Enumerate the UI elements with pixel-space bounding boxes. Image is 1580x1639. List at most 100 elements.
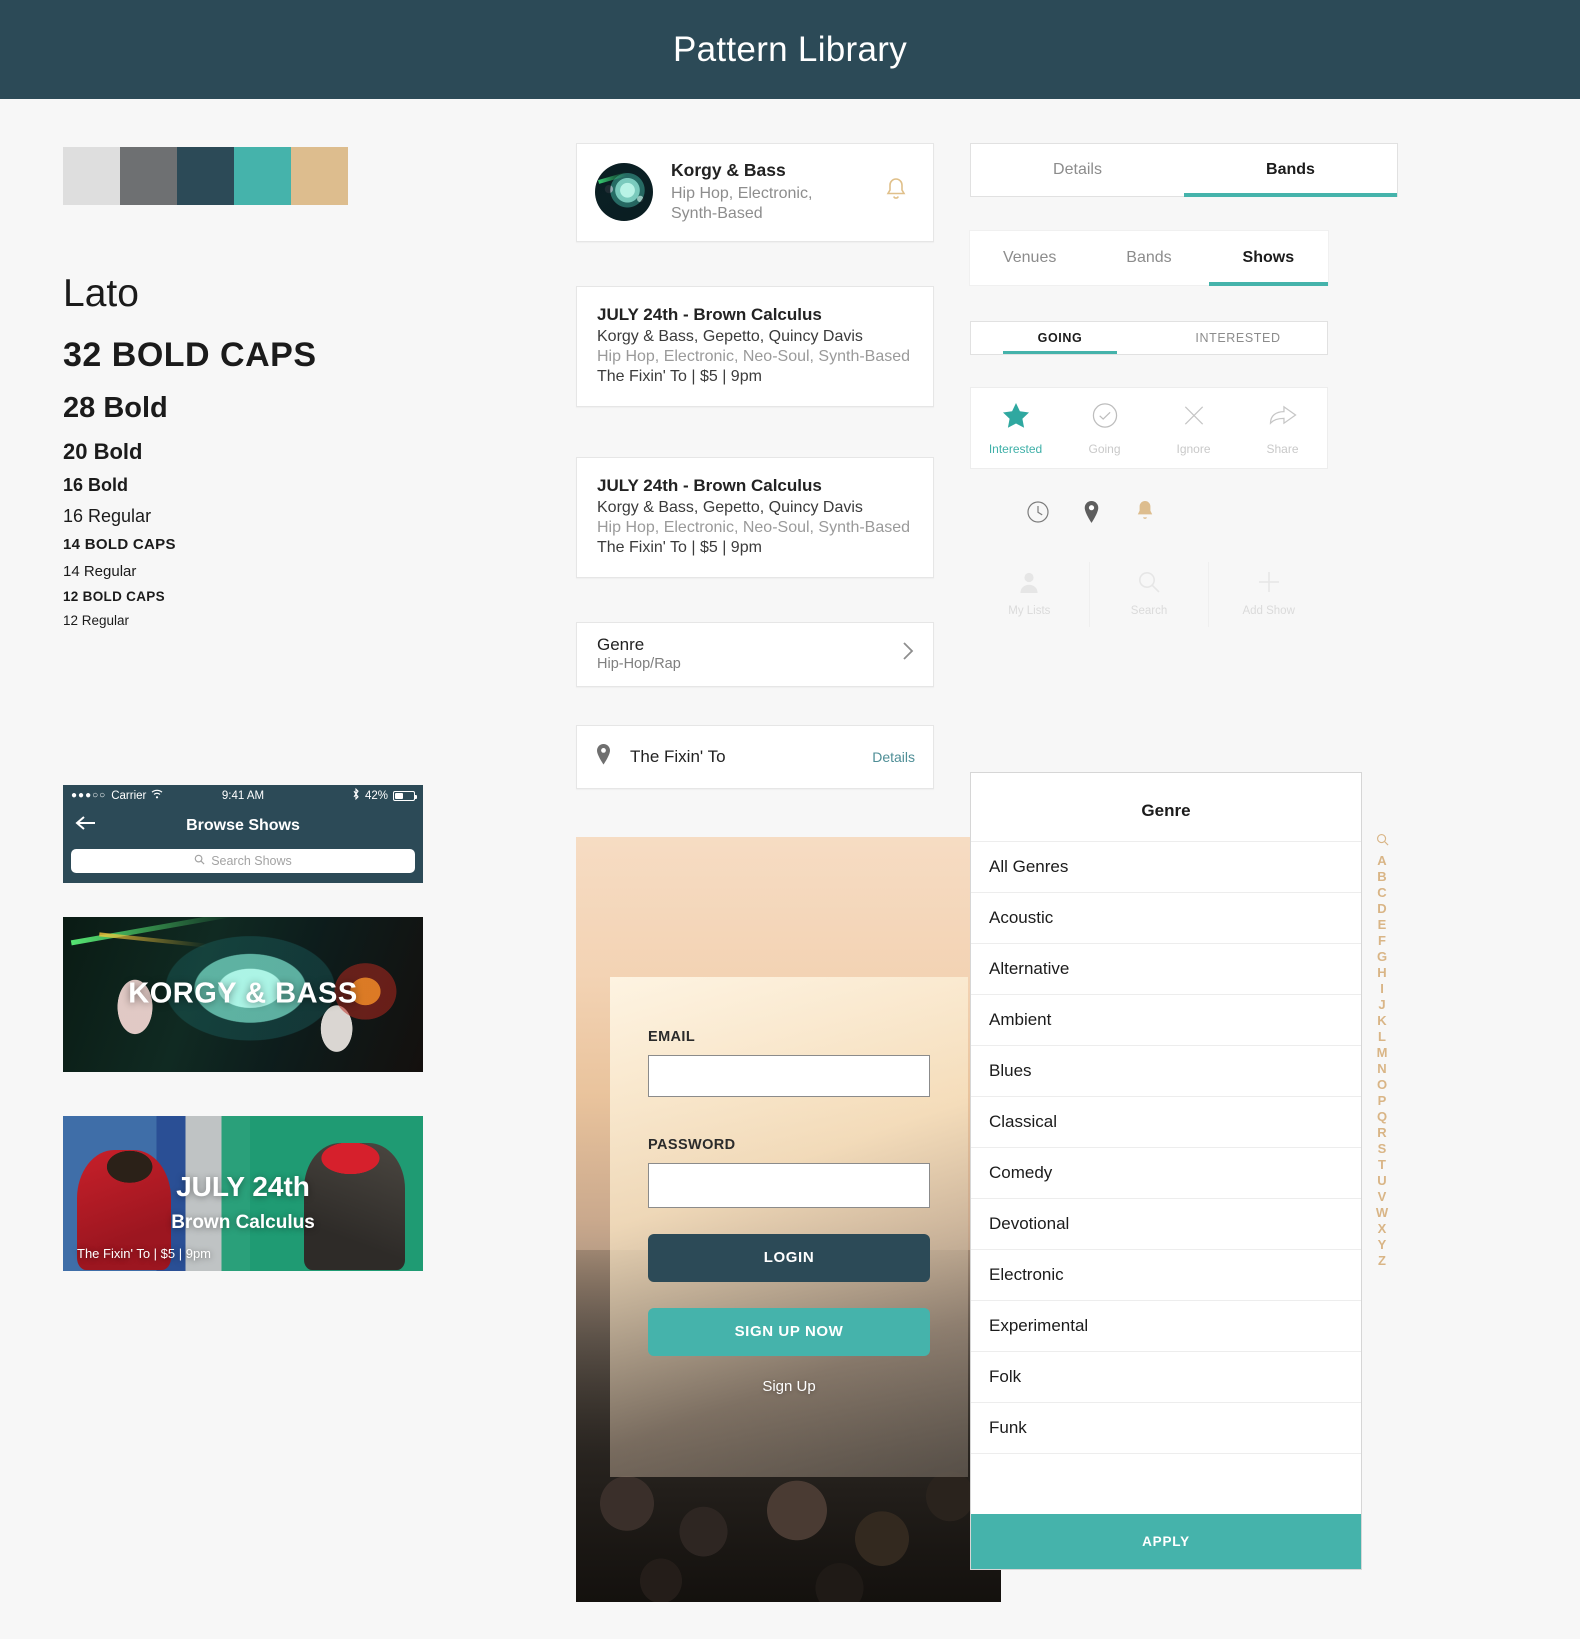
alphabet-index[interactable]: A B C D E F G H I J K L M N O P Q R S T …: [1371, 833, 1393, 1268]
alpha-index-letter[interactable]: C: [1377, 885, 1386, 900]
band-hero-banner[interactable]: KORGY & BASS: [63, 916, 423, 1072]
genre-list-item[interactable]: All Genres: [971, 842, 1361, 893]
alpha-index-letter[interactable]: W: [1376, 1205, 1388, 1220]
font-family-name: Lato: [63, 272, 139, 315]
tab-bands[interactable]: Bands: [1184, 144, 1397, 197]
genre-select-row[interactable]: Genre Hip-Hop/Rap: [576, 621, 934, 687]
show-hero-banner[interactable]: JULY 24th Brown Calculus The Fixin' To |…: [63, 1115, 423, 1271]
alpha-index-letter[interactable]: E: [1378, 917, 1387, 932]
color-palette: [63, 147, 348, 205]
genre-list-item[interactable]: Devotional: [971, 1199, 1361, 1250]
alpha-index-letter[interactable]: F: [1378, 933, 1386, 948]
show-card-bands: Korgy & Bass, Gepetto, Quincy Davis: [597, 498, 863, 516]
alpha-index-letter[interactable]: S: [1378, 1141, 1387, 1156]
band-list-card[interactable]: Korgy & Bass Hip Hop, Electronic, Synth-…: [576, 143, 934, 242]
alpha-index-letter[interactable]: G: [1377, 949, 1387, 964]
genre-list-item[interactable]: Blues: [971, 1046, 1361, 1097]
genre-list-item[interactable]: Comedy: [971, 1148, 1361, 1199]
alpha-index-letter[interactable]: P: [1378, 1093, 1387, 1108]
show-card-tags: Hip Hop, Electronic, Neo-Soul, Synth-Bas…: [597, 347, 911, 365]
alpha-index-letter[interactable]: M: [1377, 1045, 1388, 1060]
clock-icon[interactable]: [1026, 500, 1050, 529]
action-share-label: Share: [1266, 442, 1299, 456]
email-field[interactable]: [648, 1054, 930, 1097]
alpha-index-letter[interactable]: R: [1377, 1125, 1386, 1140]
genre-list-item[interactable]: Experimental: [971, 1301, 1361, 1352]
action-interested-label: Interested: [988, 442, 1043, 456]
genre-list-item[interactable]: Ambient: [971, 995, 1361, 1046]
show-card[interactable]: JULY 24th - Brown Calculus Korgy & Bass,…: [576, 285, 934, 407]
email-label: EMAIL: [648, 1028, 696, 1045]
search-icon[interactable]: [1376, 833, 1389, 849]
search-icon: [194, 852, 205, 870]
alpha-index-letter[interactable]: A: [1377, 853, 1386, 868]
tabbar-my-lists-label: My Lists: [1008, 605, 1051, 617]
venue-row[interactable]: The Fixin' To Details: [576, 724, 934, 789]
genre-list-item[interactable]: Electronic: [971, 1250, 1361, 1301]
alpha-index-letter[interactable]: Z: [1378, 1253, 1386, 1268]
alpha-index-letter[interactable]: I: [1380, 981, 1384, 996]
venue-details-link[interactable]: Details: [872, 749, 915, 765]
search-input[interactable]: Search Shows: [71, 848, 415, 873]
swatch-teal: [234, 147, 291, 205]
password-field[interactable]: [648, 1162, 930, 1208]
action-going[interactable]: Going: [1060, 402, 1149, 456]
alpha-index-letter[interactable]: N: [1377, 1061, 1386, 1076]
tab-details[interactable]: Details: [971, 144, 1184, 196]
tab-interested[interactable]: INTERESTED: [1149, 322, 1327, 354]
alpha-index-letter[interactable]: V: [1378, 1189, 1387, 1204]
alpha-index-letter[interactable]: J: [1378, 997, 1385, 1012]
apply-button[interactable]: APPLY: [971, 1514, 1361, 1569]
tabbar-search[interactable]: Search: [1088, 562, 1209, 627]
type-sample-12-regular: 12 Regular: [63, 613, 130, 629]
tabbar-my-lists[interactable]: My Lists: [970, 562, 1089, 627]
genre-list-item[interactable]: Classical: [971, 1097, 1361, 1148]
type-sample-14-regular: 14 Regular: [63, 562, 137, 580]
signup-link[interactable]: Sign Up: [648, 1378, 930, 1395]
alpha-index-letter[interactable]: Y: [1378, 1237, 1387, 1252]
map-pin-icon[interactable]: [1082, 500, 1101, 530]
action-interested[interactable]: Interested: [971, 402, 1060, 456]
alpha-index-letter[interactable]: Q: [1377, 1109, 1387, 1124]
tab-bands-secondary[interactable]: Bands: [1089, 231, 1208, 285]
genre-list-item[interactable]: Funk: [971, 1403, 1361, 1454]
bell-icon[interactable]: [1133, 499, 1157, 530]
password-label: PASSWORD: [648, 1136, 736, 1153]
close-x-icon: [1180, 402, 1208, 434]
action-going-label: Going: [1088, 442, 1121, 456]
bell-icon[interactable]: [877, 176, 915, 209]
genre-list-item[interactable]: Alternative: [971, 944, 1361, 995]
login-button[interactable]: LOGIN: [648, 1233, 930, 1282]
star-icon: [1002, 402, 1030, 434]
alpha-index-letter[interactable]: X: [1378, 1221, 1387, 1236]
action-ignore[interactable]: Ignore: [1149, 402, 1238, 456]
tabs-primary: Details Bands: [970, 143, 1398, 197]
alpha-index-letter[interactable]: B: [1377, 869, 1386, 884]
alpha-index-letter[interactable]: O: [1377, 1077, 1387, 1092]
alpha-index-letter[interactable]: K: [1377, 1013, 1386, 1028]
swatch-dark-slate: [177, 147, 234, 205]
alpha-index-letter[interactable]: U: [1377, 1173, 1386, 1188]
tabs-tertiary: GOING INTERESTED: [970, 321, 1328, 355]
genre-panel-title: Genre: [971, 773, 1361, 842]
alpha-index-letter[interactable]: L: [1378, 1029, 1386, 1044]
band-card-genres: Hip Hop, Electronic, Synth-Based: [671, 185, 813, 223]
genre-list-item[interactable]: Folk: [971, 1352, 1361, 1403]
show-card-venue: The Fixin' To | $5 | 9pm: [597, 538, 762, 556]
genre-list-item[interactable]: Acoustic: [971, 893, 1361, 944]
genre-select-label: Genre: [597, 634, 645, 654]
chevron-right-icon: [901, 641, 915, 666]
action-share[interactable]: Share: [1238, 402, 1327, 456]
signup-now-button[interactable]: SIGN UP NOW: [648, 1307, 930, 1356]
phone-nav-title: Browse Shows: [186, 816, 300, 834]
alpha-index-letter[interactable]: T: [1378, 1157, 1386, 1172]
alpha-index-letter[interactable]: H: [1377, 965, 1386, 980]
show-card[interactable]: JULY 24th - Brown Calculus Korgy & Bass,…: [576, 456, 934, 578]
tab-going[interactable]: GOING: [971, 322, 1149, 354]
tabbar-add-show[interactable]: Add Show: [1208, 562, 1328, 627]
alpha-index-letter[interactable]: D: [1377, 901, 1386, 916]
search-icon: [1137, 570, 1161, 599]
tab-shows[interactable]: Shows: [1208, 231, 1329, 286]
genre-select-text: Genre Hip-Hop/Rap: [597, 635, 901, 672]
tab-venues[interactable]: Venues: [970, 231, 1089, 285]
